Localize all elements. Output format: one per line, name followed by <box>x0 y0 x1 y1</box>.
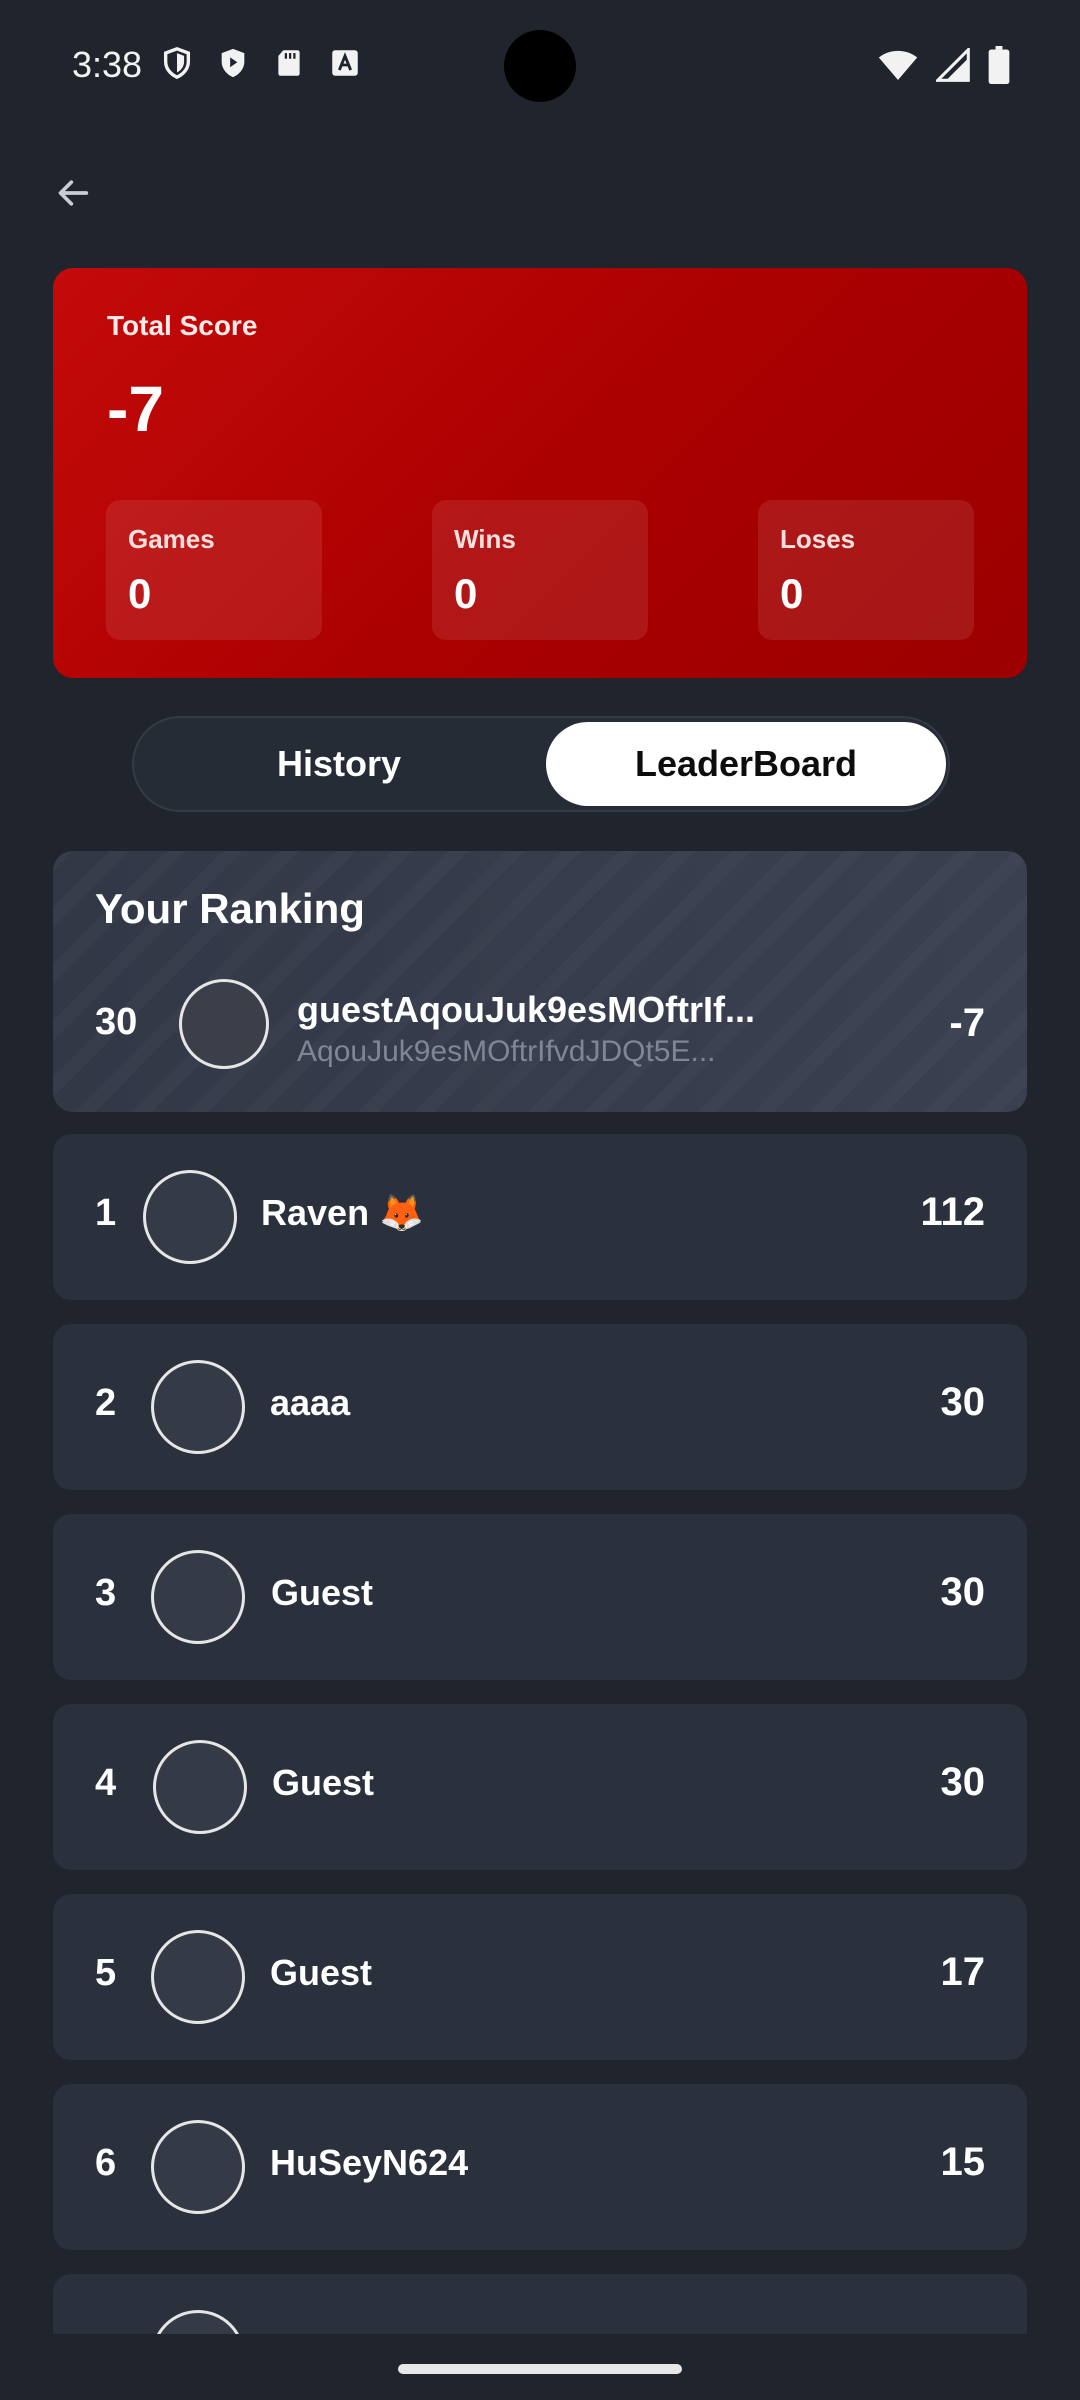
total-score-card: Total Score -7 Games 0 Wins 0 Loses 0 <box>53 268 1027 678</box>
row-score: 15 <box>940 2140 986 2184</box>
wins-stat: Wins 0 <box>432 500 648 640</box>
play-protect-icon <box>216 46 250 80</box>
your-player-name: guestAqouJuk9esMOftrIf... <box>297 989 756 1030</box>
leaderboard-row[interactable]: 2 aaaa 30 <box>53 1324 1027 1490</box>
status-time: 3:38 <box>72 44 143 85</box>
row-rank: 6 <box>95 2142 117 2184</box>
sd-card-icon <box>272 46 306 80</box>
row-rank: 2 <box>95 1382 117 1424</box>
vpn-shield-icon <box>160 46 194 80</box>
your-ranking-title: Your Ranking <box>95 885 365 932</box>
avatar <box>151 1930 245 2024</box>
status-icons-left <box>160 46 362 80</box>
games-stat-label: Games <box>128 524 215 554</box>
font-a-icon <box>328 46 362 80</box>
games-stat: Games 0 <box>106 500 322 640</box>
row-rank: 4 <box>95 1762 117 1804</box>
loses-stat-value: 0 <box>780 570 804 617</box>
your-player-id: AqouJuk9esMOftrIfvdJDQt5E... <box>297 1035 716 1068</box>
total-score-value: -7 <box>107 373 164 445</box>
row-player-name: Guest <box>270 1952 373 1993</box>
row-rank: 5 <box>95 1952 117 1994</box>
games-stat-value: 0 <box>128 570 152 617</box>
row-score: 17 <box>940 1950 986 1994</box>
leaderboard-row[interactable]: 3 Guest 30 <box>53 1514 1027 1680</box>
row-rank: 1 <box>95 1192 117 1234</box>
your-rank: 30 <box>95 1001 138 1043</box>
status-bar: 3:38 <box>0 0 1080 130</box>
row-player-name: Guest <box>271 1572 374 1613</box>
avatar <box>143 1170 237 1264</box>
leaderboard-list[interactable]: 1 Raven 🦊 112 2 aaaa 30 3 Guest 30 4 Gue… <box>53 1134 1027 2334</box>
loses-stat: Loses 0 <box>758 500 974 640</box>
avatar <box>153 1740 247 1834</box>
battery-icon <box>988 46 1010 89</box>
row-player-name: aaaa <box>270 1382 351 1423</box>
avatar <box>151 2310 245 2334</box>
leaderboard-row[interactable]: 1 Raven 🦊 112 <box>53 1134 1027 1300</box>
loses-stat-label: Loses <box>780 524 856 554</box>
view-tabs: History LeaderBoard <box>132 716 950 812</box>
leaderboard-row-partial[interactable] <box>53 2274 1027 2334</box>
row-player-name: Raven 🦊 <box>261 1192 424 1233</box>
leaderboard-row[interactable]: 6 HuSeyN624 15 <box>53 2084 1027 2250</box>
row-score: 112 <box>920 1190 985 1234</box>
leaderboard-row[interactable]: 5 Guest 17 <box>53 1894 1027 2060</box>
tab-history[interactable]: History <box>138 722 540 806</box>
signal-icon <box>934 46 970 87</box>
avatar <box>179 979 269 1069</box>
tab-leaderboard[interactable]: LeaderBoard <box>546 722 946 806</box>
total-score-label: Total Score <box>107 310 258 341</box>
leaderboard-row[interactable]: 4 Guest 30 <box>53 1704 1027 1870</box>
row-player-name: Guest <box>272 1762 375 1803</box>
back-button[interactable] <box>48 168 98 218</box>
avatar <box>151 2120 245 2214</box>
avatar <box>151 1550 245 1644</box>
your-score: -7 <box>949 1001 985 1045</box>
wins-stat-value: 0 <box>454 570 478 617</box>
row-score: 30 <box>940 1570 986 1614</box>
wifi-icon <box>878 48 918 87</box>
row-score: 30 <box>940 1380 986 1424</box>
home-indicator[interactable] <box>398 2364 682 2374</box>
your-ranking-card: Your Ranking 30 guestAqouJuk9esMOftrIf..… <box>53 851 1027 1112</box>
row-score: 30 <box>940 1760 986 1804</box>
avatar <box>151 1360 245 1454</box>
wins-stat-label: Wins <box>454 524 516 554</box>
status-icons-right <box>878 46 1010 89</box>
camera-cutout <box>504 30 576 102</box>
arrow-left-icon <box>58 180 89 206</box>
row-player-name: HuSeyN624 <box>270 2142 469 2183</box>
row-rank: 3 <box>95 1572 117 1614</box>
